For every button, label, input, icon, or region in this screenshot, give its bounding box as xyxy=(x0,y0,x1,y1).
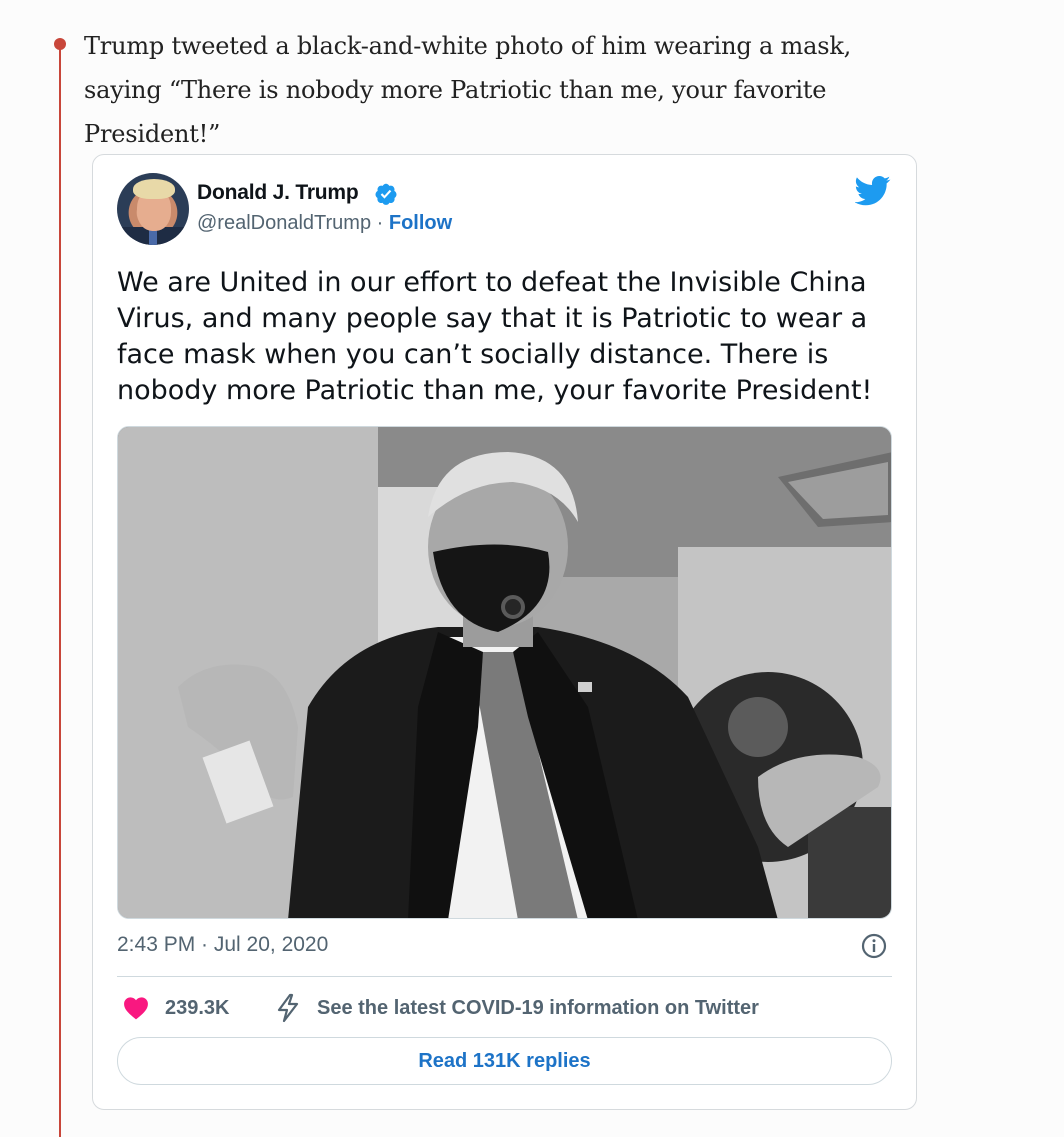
timeline-caption: Trump tweeted a black-and-white photo of… xyxy=(84,32,852,148)
covid-info-link[interactable]: See the latest COVID-19 information on T… xyxy=(317,997,759,1020)
like-count[interactable]: 239.3K xyxy=(165,997,230,1020)
verified-badge-icon xyxy=(375,183,397,205)
info-icon[interactable] xyxy=(861,933,887,959)
author-handle-row: @realDonaldTrump · Follow xyxy=(197,212,452,235)
author-name[interactable]: Donald J. Trump xyxy=(197,181,359,205)
embedded-tweet[interactable]: Donald J. Trump @realDonaldTrump · Follo… xyxy=(92,154,917,1110)
heart-icon[interactable] xyxy=(123,996,149,1020)
lightning-bolt-icon xyxy=(277,993,299,1023)
avatar-hair xyxy=(133,179,175,199)
author-handle[interactable]: @realDonaldTrump xyxy=(197,212,371,234)
read-replies-button[interactable]: Read 131K replies xyxy=(117,1037,892,1085)
avatar-tie xyxy=(149,229,157,245)
tweet-divider xyxy=(117,976,892,977)
photo-illustration xyxy=(118,427,891,918)
author-avatar[interactable] xyxy=(117,173,189,245)
timeline-line xyxy=(59,44,61,1137)
tweet-text: We are United in our effort to defeat th… xyxy=(117,267,873,406)
timeline-dot xyxy=(54,38,66,50)
handle-separator: · xyxy=(371,212,389,234)
follow-link[interactable]: Follow xyxy=(389,212,452,234)
tweet-photo[interactable] xyxy=(117,426,892,919)
twitter-bird-icon[interactable] xyxy=(855,175,891,207)
tweet-timestamp[interactable]: 2:43 PM · Jul 20, 2020 xyxy=(117,933,328,957)
